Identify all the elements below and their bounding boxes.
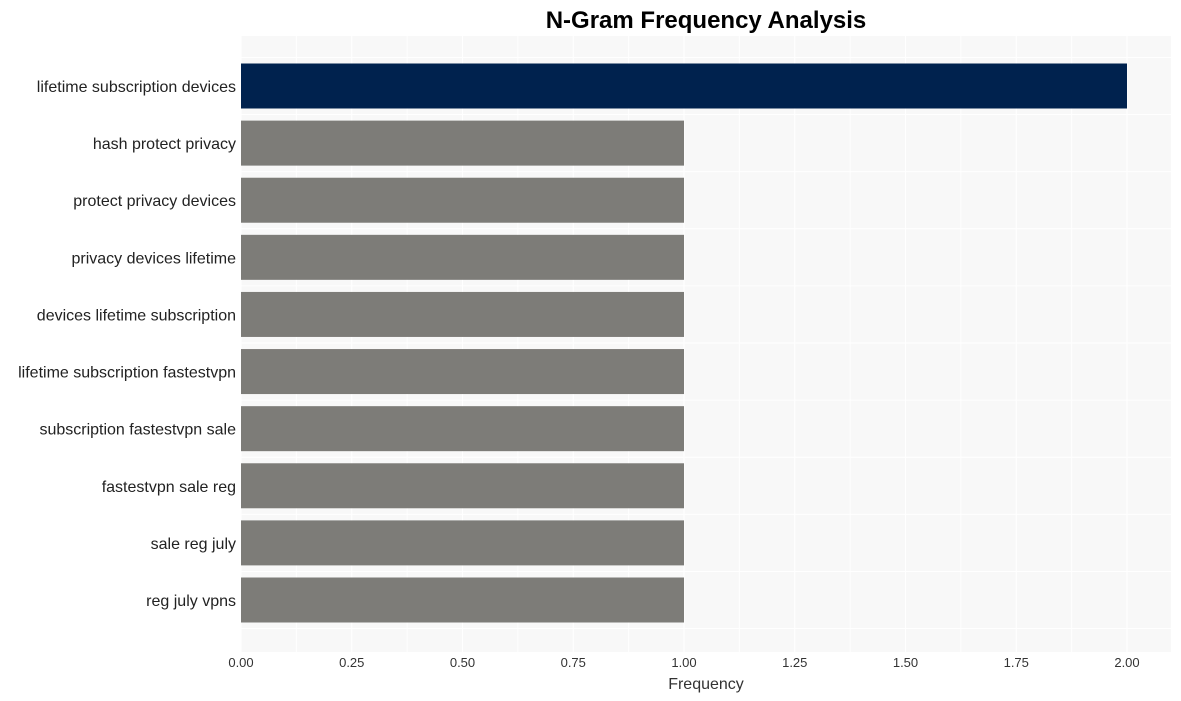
y-tick-label: sale reg july: [151, 536, 236, 553]
x-tick-label: 1.50: [893, 655, 918, 670]
y-tick-label: protect privacy devices: [73, 193, 236, 210]
y-axis-labels: lifetime subscription devices hash protec…: [18, 79, 236, 610]
bar-devices-lifetime-subscription: [241, 291, 684, 337]
bar-lifetime-subscription-devices: [241, 63, 1127, 109]
y-tick-label: subscription fastestvpn sale: [39, 422, 236, 439]
x-axis-ticks: 0.00 0.25 0.50 0.75 1.00 1.25 1.50 1.75 2.00: [228, 655, 1139, 670]
x-tick-label: 2.00: [1114, 655, 1139, 670]
y-tick-label: fastestvpn sale reg: [102, 479, 236, 496]
ngram-frequency-chart: N-Gram Frequency Analysis lifetime subsc…: [18, 7, 1171, 693]
x-axis-label: Frequency: [668, 676, 744, 693]
x-tick-label: 0.75: [561, 655, 586, 670]
x-tick-label: 0.00: [228, 655, 253, 670]
bar-reg-july-vpns: [241, 577, 684, 623]
bar-privacy-devices-lifetime: [241, 234, 684, 280]
y-tick-label: lifetime subscription devices: [37, 79, 236, 96]
x-tick-label: 1.00: [671, 655, 696, 670]
x-tick-label: 1.75: [1004, 655, 1029, 670]
y-tick-label: privacy devices lifetime: [72, 250, 237, 267]
y-tick-label: devices lifetime subscription: [37, 307, 236, 324]
y-tick-label: hash protect privacy: [93, 136, 236, 153]
bar-sale-reg-july: [241, 520, 684, 566]
x-tick-label: 1.25: [782, 655, 807, 670]
x-tick-label: 0.50: [450, 655, 475, 670]
bar-fastestvpn-sale-reg: [241, 463, 684, 509]
y-tick-label: lifetime subscription fastestvpn: [18, 365, 236, 382]
bar-lifetime-subscription-fastestvpn: [241, 349, 684, 395]
chart-title: N-Gram Frequency Analysis: [546, 7, 867, 34]
bar-subscription-fastestvpn-sale: [241, 406, 684, 452]
y-tick-label: reg july vpns: [146, 593, 236, 610]
x-tick-label: 0.25: [339, 655, 364, 670]
bar-hash-protect-privacy: [241, 120, 684, 166]
bar-protect-privacy-devices: [241, 177, 684, 223]
